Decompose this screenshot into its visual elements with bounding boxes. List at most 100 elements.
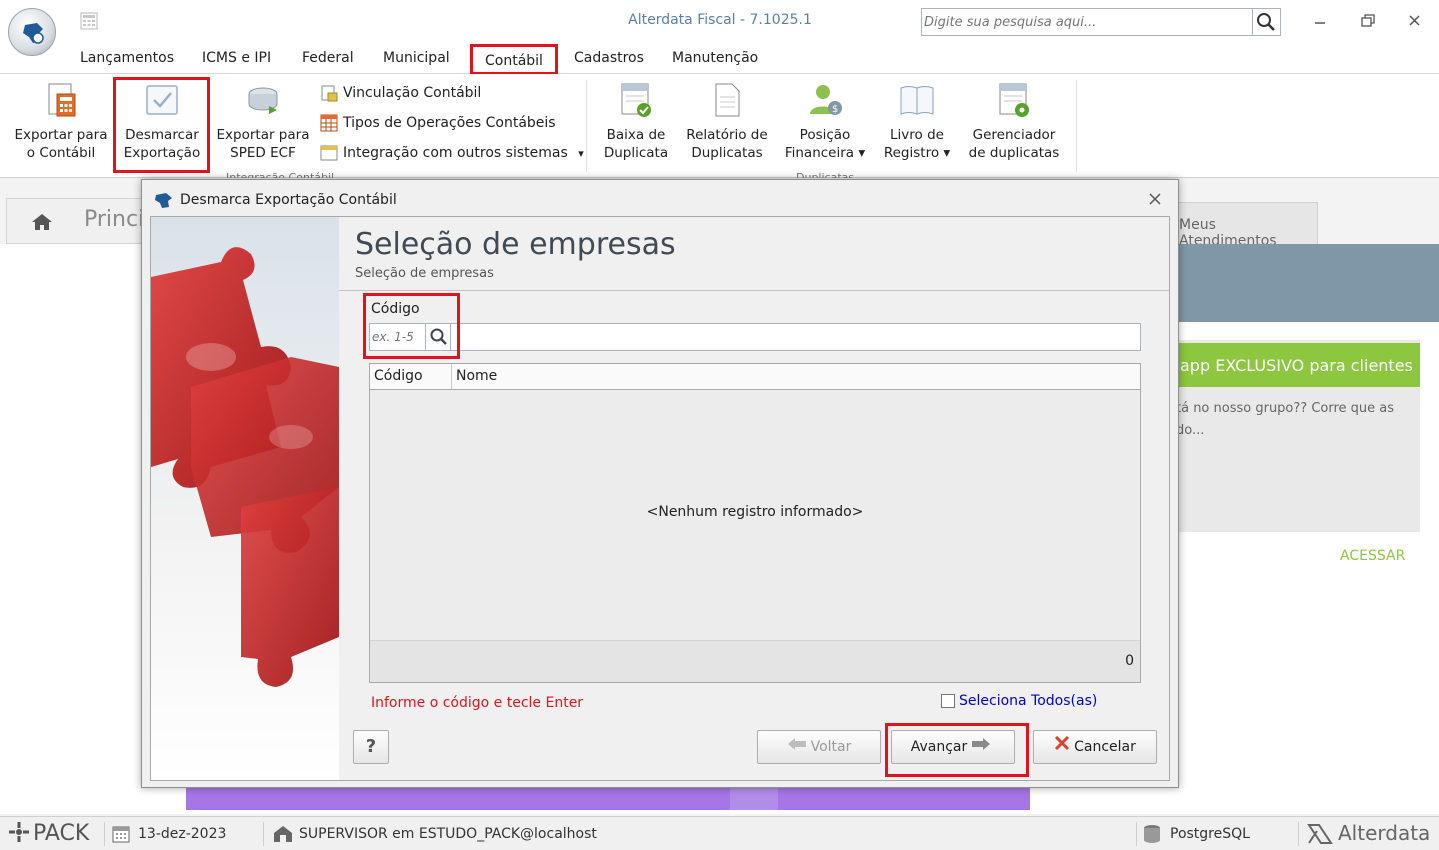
empresas-grid[interactable]: Código Nome <Nenhum registro informado> … bbox=[369, 363, 1141, 683]
promo-text-line-2: do... bbox=[1176, 423, 1205, 438]
header-divider bbox=[339, 290, 1169, 291]
dropdown-caret-icon: ▾ bbox=[578, 147, 584, 160]
tab-cadastros[interactable]: Cadastros bbox=[574, 50, 644, 66]
column-header-codigo[interactable]: Código bbox=[370, 364, 452, 389]
highlight-codigo bbox=[363, 293, 460, 359]
puzzle-illustration bbox=[151, 217, 339, 780]
database-icon bbox=[1143, 824, 1161, 848]
app-logo[interactable] bbox=[8, 8, 56, 56]
ribbon-separator bbox=[586, 80, 587, 172]
relatorio-label-1: Relatório de bbox=[686, 127, 768, 143]
posicao-financeira-button[interactable]: $ Posição Financeira ▾ bbox=[780, 80, 870, 162]
book-icon bbox=[897, 80, 937, 120]
restore-icon[interactable] bbox=[1354, 10, 1382, 32]
search-icon[interactable] bbox=[1252, 9, 1280, 35]
gerenciador-duplicatas-button[interactable]: Gerenciador de duplicatas bbox=[966, 80, 1062, 162]
table-icon bbox=[320, 114, 338, 132]
promo-text: tá no nosso grupo?? Corre que as do... bbox=[1176, 398, 1416, 442]
ribbon-separator bbox=[1076, 80, 1077, 172]
status-separator bbox=[263, 822, 264, 846]
user-money-icon: $ bbox=[805, 80, 845, 120]
title-bar: Alterdata Fiscal - 7.1025.1 bbox=[0, 0, 1439, 44]
tab-icms-ipi[interactable]: ICMS e IPI bbox=[202, 50, 271, 66]
checkbox[interactable] bbox=[941, 694, 955, 708]
gerenciador-label-1: Gerenciador bbox=[972, 127, 1056, 143]
posicao-label-1: Posição bbox=[799, 127, 851, 143]
livro-label-2: Registro ▾ bbox=[883, 145, 951, 161]
vinculacao-contabil-button[interactable]: Vinculação Contábil bbox=[320, 82, 481, 104]
cancel-button[interactable]: Cancelar bbox=[1033, 730, 1157, 764]
posicao-label-2: Financeira ▾ bbox=[784, 145, 866, 161]
tab-municipal[interactable]: Municipal bbox=[383, 50, 450, 66]
page-title: Seleção de empresas bbox=[355, 227, 676, 262]
highlight-desmarcar bbox=[113, 77, 210, 173]
integracao-sistemas-button[interactable]: Integração com outros sistemas ▾ bbox=[320, 142, 584, 164]
livro-registro-button[interactable]: Livro de Registro ▾ bbox=[876, 80, 958, 162]
home-icon[interactable] bbox=[31, 213, 53, 235]
tipos-operacoes-label: Tipos de Operações Contábeis bbox=[343, 115, 556, 131]
window-icon bbox=[320, 144, 338, 162]
calculator-icon[interactable] bbox=[80, 12, 98, 30]
integracao-label: Integração com outros sistemas bbox=[343, 145, 568, 161]
group-label-duplicatas: Duplicatas bbox=[796, 172, 866, 178]
ribbon: Exportar para o Contábil Desmarcar Expor… bbox=[0, 74, 1439, 178]
status-date: 13-dez-2023 bbox=[138, 826, 227, 842]
tab-manutencao[interactable]: Manutenção bbox=[672, 50, 758, 66]
baixa-label-1: Baixa de bbox=[606, 127, 666, 143]
right-panel-header bbox=[1170, 244, 1439, 322]
export-sped-ecf-button[interactable]: Exportar para SPED ECF bbox=[216, 80, 310, 162]
document-check-icon bbox=[616, 80, 656, 120]
grid-header: Código Nome bbox=[370, 364, 1140, 390]
close-icon[interactable] bbox=[1401, 10, 1429, 32]
calendar-icon bbox=[112, 825, 130, 847]
highlight-avancar bbox=[885, 723, 1029, 777]
dialog-close-icon[interactable] bbox=[1148, 192, 1162, 210]
pack-logo-icon bbox=[8, 821, 30, 847]
server-icon bbox=[273, 825, 293, 847]
column-header-nome[interactable]: Nome bbox=[452, 364, 1140, 389]
export-sped-label-1: Exportar para bbox=[216, 127, 310, 143]
promo-link[interactable]: ACESSAR bbox=[1340, 548, 1405, 564]
arrow-left-icon bbox=[787, 731, 807, 763]
relatorio-label-2: Duplicatas bbox=[691, 145, 763, 161]
back-label: Voltar bbox=[810, 739, 852, 755]
hint-text: Informe o código e tecle Enter bbox=[371, 695, 584, 711]
tab-lancamentos[interactable]: Lançamentos bbox=[80, 50, 174, 66]
home-tab[interactable]: Princip bbox=[6, 198, 158, 244]
report-document-icon bbox=[707, 80, 747, 120]
wizard-main: Seleção de empresas Seleção de empresas … bbox=[339, 217, 1169, 780]
export-contabil-button[interactable]: Exportar para o Contábil bbox=[14, 80, 108, 162]
grid-footer: 0 bbox=[370, 640, 1140, 682]
record-count: 0 bbox=[1125, 653, 1134, 669]
empty-message: <Nenhum registro informado> bbox=[646, 504, 864, 520]
codigo-field[interactable] bbox=[369, 323, 1141, 351]
export-sped-label-2: SPED ECF bbox=[230, 145, 296, 161]
global-search-input[interactable] bbox=[924, 11, 1250, 33]
status-separator bbox=[1136, 822, 1137, 846]
tipos-operacoes-button[interactable]: Tipos de Operações Contábeis bbox=[320, 112, 556, 134]
x-icon bbox=[1054, 731, 1070, 763]
baixa-duplicata-button[interactable]: Baixa de Duplicata bbox=[596, 80, 676, 162]
app-logo-icon bbox=[154, 191, 174, 213]
link-document-icon bbox=[320, 84, 338, 102]
menu-bar: Lançamentos ICMS e IPI Federal Municipal… bbox=[0, 44, 1439, 75]
status-separator bbox=[104, 822, 105, 846]
minimize-icon[interactable] bbox=[1306, 10, 1334, 32]
vinculacao-label: Vinculação Contábil bbox=[343, 85, 482, 101]
tab-federal[interactable]: Federal bbox=[302, 50, 354, 66]
back-button[interactable]: Voltar bbox=[757, 730, 881, 764]
page-subtitle: Seleção de empresas bbox=[355, 266, 494, 281]
help-button[interactable]: ? bbox=[353, 730, 389, 764]
export-contabil-label-1: Exportar para bbox=[14, 127, 108, 143]
relatorio-duplicatas-button[interactable]: Relatório de Duplicatas bbox=[684, 80, 770, 162]
promo-text-line-1: tá no nosso grupo?? Corre que as bbox=[1176, 401, 1395, 416]
alterdata-logo-icon bbox=[1307, 823, 1333, 849]
status-separator bbox=[1298, 822, 1299, 846]
purple-banner bbox=[186, 786, 1030, 810]
desmarca-dialog: Desmarca Exportação Contábil Seleção de … bbox=[141, 179, 1179, 788]
tab-contabil[interactable]: Contábil bbox=[470, 44, 558, 75]
select-all-checkbox[interactable]: Seleciona Todos(as) bbox=[941, 693, 1097, 709]
global-search[interactable] bbox=[921, 8, 1281, 36]
select-all-label[interactable]: Seleciona Todos(as) bbox=[959, 693, 1097, 709]
tab-meus-atendimentos[interactable]: Meus Atendimentos bbox=[1170, 202, 1318, 249]
